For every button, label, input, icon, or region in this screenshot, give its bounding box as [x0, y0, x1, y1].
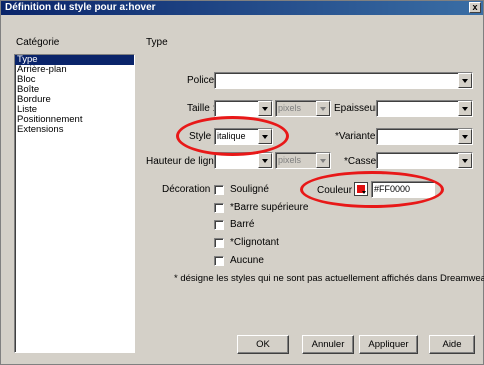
barre-superieure-label: *Barre supérieure [230, 202, 309, 213]
variante-select[interactable] [376, 128, 473, 145]
style-select[interactable]: italique [214, 128, 273, 145]
chevron-down-icon[interactable] [458, 73, 472, 88]
swatch-dropdown-icon [362, 191, 366, 194]
help-button[interactable]: Aide [429, 335, 475, 354]
couleur-label: Couleur : [317, 185, 358, 196]
barre-label: Barré [230, 219, 255, 230]
taille-unit-value: pixels [278, 103, 302, 113]
checkbox-souligne[interactable] [214, 185, 224, 195]
style-value: italique [217, 131, 246, 141]
decoration-label: Décoration : [162, 184, 216, 195]
section-header: Type [146, 37, 168, 48]
taille-label: Taille : [187, 103, 216, 114]
police-select[interactable] [214, 72, 473, 89]
apply-button[interactable]: Appliquer [359, 335, 418, 354]
variante-label: *Variante : [335, 131, 381, 142]
category-item-extensions[interactable]: Extensions [15, 125, 134, 135]
hauteur-unit-value: pixels [278, 155, 302, 165]
footnote: * désigne les styles qui ne sont pas act… [174, 273, 484, 284]
color-hex-value: #FF0000 [374, 184, 411, 194]
checkbox-clignotant[interactable] [214, 238, 224, 248]
cancel-button[interactable]: Annuler [302, 335, 354, 354]
ok-button[interactable]: OK [237, 335, 289, 354]
color-hex-input[interactable]: #FF0000 [371, 181, 435, 198]
chevron-down-icon[interactable] [458, 153, 472, 168]
souligne-label: Souligné [230, 184, 269, 195]
chevron-down-icon[interactable] [258, 129, 272, 144]
style-definition-dialog: Définition du style pour a:hover x Catég… [0, 0, 484, 365]
category-list[interactable]: Type Arrière-plan Bloc Boîte Bordure Lis… [14, 54, 135, 353]
chevron-down-icon[interactable] [458, 101, 472, 116]
style-label: Style : [189, 131, 217, 142]
chevron-down-icon[interactable] [458, 129, 472, 144]
chevron-down-icon[interactable] [316, 101, 330, 116]
dialog-title: Définition du style pour a:hover [1, 1, 483, 15]
checkbox-aucune[interactable] [214, 256, 224, 266]
category-header: Catégorie [16, 37, 60, 48]
clignotant-label: *Clignotant [230, 237, 279, 248]
taille-unit-select[interactable]: pixels [275, 100, 331, 117]
taille-select[interactable] [214, 100, 273, 117]
chevron-down-icon[interactable] [258, 101, 272, 116]
checkbox-barre[interactable] [214, 220, 224, 230]
hauteur-select[interactable] [214, 152, 273, 169]
chevron-down-icon[interactable] [316, 153, 330, 168]
hauteur-unit-select[interactable]: pixels [275, 152, 331, 169]
close-icon[interactable]: x [469, 2, 481, 13]
epaisseur-select[interactable] [376, 100, 473, 117]
checkbox-barre-superieure[interactable] [214, 203, 224, 213]
casse-select[interactable] [376, 152, 473, 169]
chevron-down-icon[interactable] [258, 153, 272, 168]
aucune-label: Aucune [230, 255, 264, 266]
color-swatch[interactable] [354, 182, 368, 196]
